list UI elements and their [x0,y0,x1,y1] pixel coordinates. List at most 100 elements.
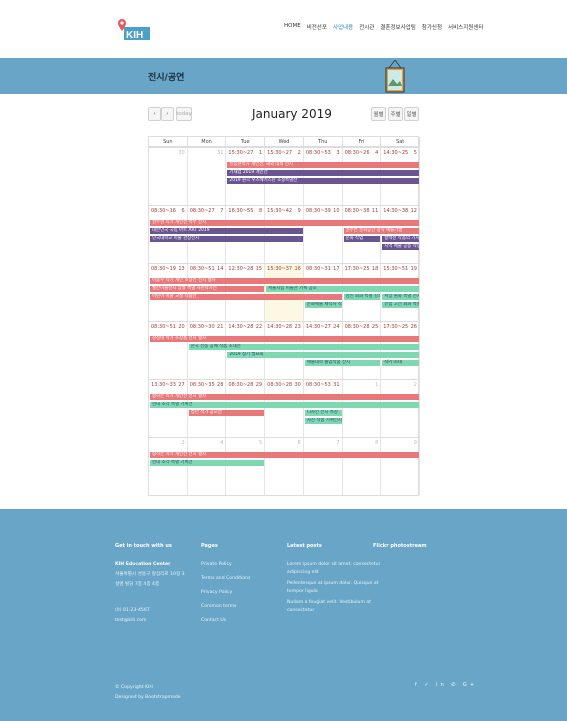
footer [0,509,567,721]
day-cell[interactable]: 2 15:30~27 [265,148,304,205]
day-cell[interactable]: 19 15:30~51 [381,264,420,321]
day-cell[interactable]: 31 08:30~53 [304,380,343,437]
footer-page-link[interactable]: Terms and Conditions [201,575,301,583]
more-events-link[interactable]: +3 more [383,360,402,365]
weekday-wed: Wed [265,137,304,146]
day-cell[interactable]: 30 [149,148,188,205]
nav-item-3[interactable]: 전시관 [359,23,374,35]
calendar-event[interactable]: 컬렉션 작품의 가치 [382,236,419,242]
day-cell[interactable]: 14 08:30~51 [188,264,227,321]
calendar-event[interactable]: 한국 전통 공예 작품 초대전 [188,344,419,350]
footer-post-link[interactable]: Nullam a feugiat velit. Vestibulum at co… [287,599,387,615]
calendar-event[interactable]: 사진 작품 기획전시 [304,418,342,424]
calendar-event[interactable]: 2019 정기 발표회 [227,352,419,358]
footer-post-link[interactable]: Pellentesque at ipsum dolor. Quisque at … [287,580,387,596]
prev-button[interactable]: ‹ [148,107,161,121]
calendar-event[interactable]: 지역 예술 공동 작업 참여전 [382,244,419,250]
footer-page-link[interactable]: Private Policy [201,561,301,569]
day-cell[interactable]: 4 [188,438,227,495]
day-cell[interactable]: 13 08:30~19 [149,264,188,321]
day-cell[interactable]: 29 08:30~28 [226,380,266,437]
day-cell[interactable]: 15 12:30~28 [226,264,266,321]
day-cell[interactable]: 24 14:30~27 [304,322,343,379]
day-cell[interactable]: 21 08:30~30 [188,322,227,379]
day-cell[interactable]: 6 08:30~16 [149,206,188,263]
day-cell[interactable]: 16 15:30~37 [265,264,304,321]
footer-page-link[interactable]: Common terms [201,603,301,611]
day-cell[interactable]: 1 [343,380,382,437]
today-button[interactable]: today [176,107,192,121]
day-cell[interactable]: 31 [188,148,227,205]
day-cell[interactable]: 3 [149,438,188,495]
nav-item-4[interactable]: 결혼정보사업팀 [380,23,415,35]
calendar-event[interactable]: 2019 원곡 우즈베키스탄 초청특별전 [227,178,419,184]
day-cell[interactable]: 7 08:30~27 [188,206,227,263]
footer-page-link[interactable]: Contact Us [201,617,301,625]
day-cell[interactable]: 5 14:30~25 [381,148,420,205]
logo-icon[interactable]: KIH [118,17,152,43]
day-cell[interactable]: 2 [381,380,420,437]
day-cell[interactable]: 8 16:30~55 [226,206,266,263]
day-cell[interactable]: 11 08:30~38 [343,206,382,263]
day-cell[interactable]: 30 08:30~28 [265,380,304,437]
nav-item-5[interactable]: 참가신청 [422,23,442,35]
calendar-event[interactable]: 권수현 작가 개인전 박수 전시 [150,220,419,226]
calendar-event[interactable]: 기재업 2019 개인전 [227,170,419,176]
calendar-event[interactable]: 어린이 미술 교실 작품전 [150,294,342,300]
calendar-event[interactable]: 유동현작가 개인전, 해외 대외 전시 [227,162,419,168]
calendar-event[interactable]: 디자인 전시 특강 [304,410,342,416]
calendar-event[interactable]: 현대 조각 특별 기획전 [150,402,419,408]
day-cell[interactable]: 26 17:30~25 [381,322,420,379]
footer-mail[interactable]: test@kih.com [115,617,147,625]
day-cell[interactable]: 12 14:30~38 [381,206,420,263]
day-cell[interactable]: 28 08:30~35 [188,380,227,437]
day-cell[interactable]: 3 08:30~53 [304,148,343,205]
calendar-event[interactable]: 대한민국 국립 아트 ART 2019 [150,228,303,234]
calendar-event[interactable]: 유럽 고전 회화 특별전 [382,302,419,308]
calendar-event[interactable]: 강정태 작가 소장품 전시 행사 [150,336,419,342]
day-cell[interactable]: 22 14:30~28 [226,322,266,379]
day-cell[interactable]: 17 08:30~31 [304,264,343,321]
calendar-event[interactable]: 문화 작업 [343,236,381,242]
calendar-event[interactable]: 정하은 작가 개인전 전시 행사 [150,452,419,458]
day-cell[interactable]: 1 15:30~27 [226,148,266,205]
view-week-button[interactable]: 주별 [388,107,403,121]
calendar-event[interactable]: 서양 원화 특별 전시회 [382,294,419,300]
day-cell[interactable]: 27 13:30~33 [149,380,188,437]
calendar-event[interactable]: 현대 조각 특별 기획전 [150,460,265,466]
calendar-event[interactable]: 성인 회화 특별 강좌 [343,294,381,300]
day-cell[interactable]: 8 [343,438,382,495]
day-cell[interactable]: 5 [226,438,266,495]
nav-item-0[interactable]: HOME [284,23,301,35]
day-cell[interactable]: 6 [265,438,304,495]
nav-item-2[interactable]: 사업내용 [333,23,353,35]
day-cell[interactable]: 9 [381,438,420,495]
day-cell[interactable]: 10 08:30~39 [304,206,343,263]
view-day-button[interactable]: 일별 [404,107,419,121]
footer-post-link[interactable]: Lorem ipsum dolor sit amet, consectetur … [287,561,387,577]
calendar-event[interactable]: 예술대학 졸업작품 전시 [304,360,381,366]
nav-item-6[interactable]: 서비스지원센터 [448,23,483,35]
day-cell[interactable]: 20 08:30~51 [149,322,188,379]
view-month-button[interactable]: 월별 [371,107,386,121]
calendar-event[interactable]: 정하은 작가 개인전 전시 행사 [150,394,419,400]
footer-page-link[interactable]: Privacy Policy [201,589,301,597]
day-cell[interactable]: 25 08:30~28 [343,322,382,379]
day-cell[interactable]: 18 17:30~25 [343,264,382,321]
nav-item-1[interactable]: 비전선포 [307,23,327,35]
footer-designed-by[interactable]: Designed by Bootstrapmade [115,694,181,702]
calendar-event[interactable]: 문화예술 제작사 작품 기획 [304,302,342,308]
calendar-event[interactable]: 서울시립 미술관 기획 공모 [266,286,419,292]
day-cell[interactable]: 4 08:30~26 [343,148,382,205]
social-icons[interactable]: f ✓ in ✆ G+ [415,682,477,688]
day-cell[interactable]: 9 15:30~42 [265,206,304,263]
day-number: 25 [371,324,379,330]
calendar-event[interactable]: 청년 작가 공모전 [188,410,265,416]
day-cell[interactable]: 7 [304,438,343,495]
calendar-event[interactable]: 이종우 작가 개인 소장전 전시 행사 [150,278,419,284]
calendar-event[interactable]: 월간미술전시 상설 특별 사진작가전 [150,286,265,292]
calendar-event[interactable]: 권주연 문화공간 창작 예술기행 [343,228,419,234]
calendar-event[interactable]: 민국대학교 미술 관장전시 [150,236,303,242]
next-button[interactable]: › [161,107,174,121]
day-cell[interactable]: 23 14:30~28 [265,322,304,379]
